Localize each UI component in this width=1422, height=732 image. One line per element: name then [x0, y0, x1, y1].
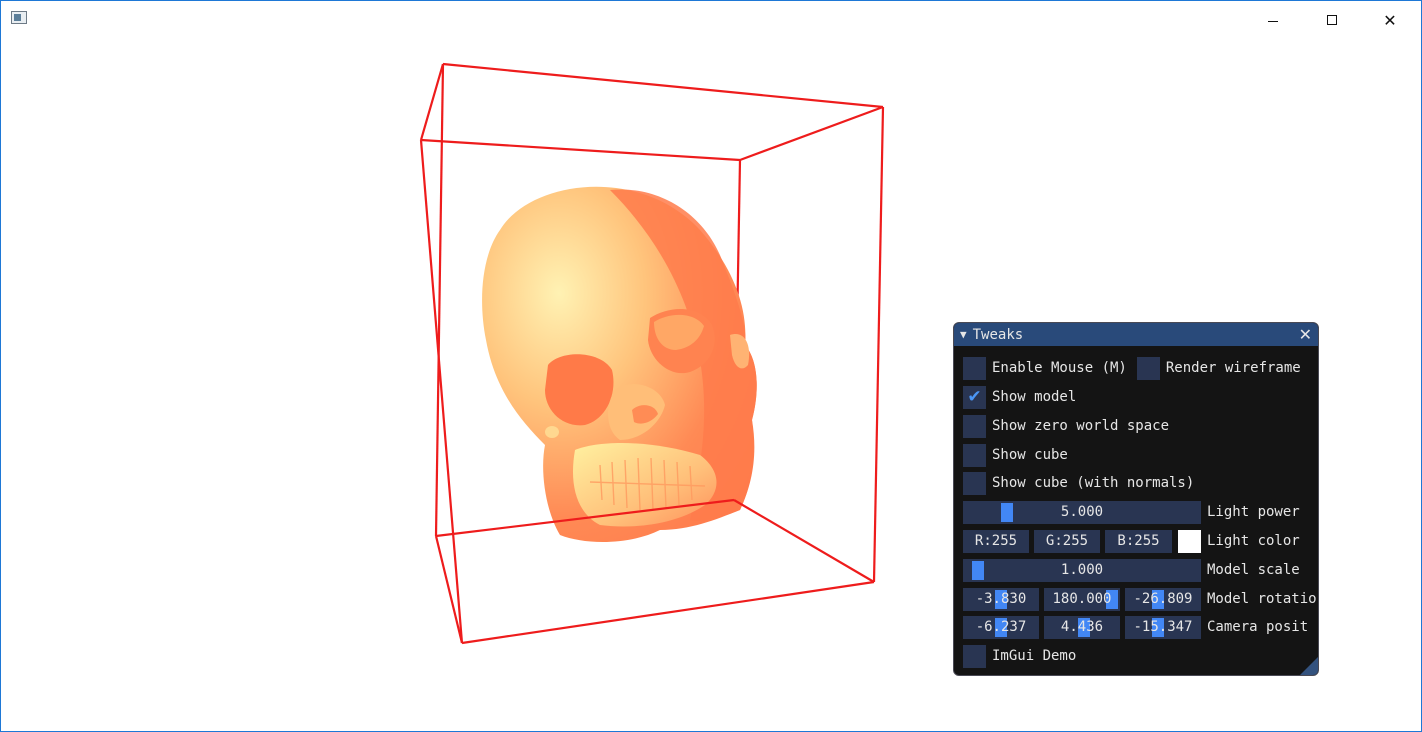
model-rotation-x-slider[interactable]: -3.830 [963, 587, 1039, 611]
imgui-demo-checkbox[interactable] [963, 644, 986, 668]
tweaks-panel[interactable]: ▼ Tweaks ✕ Enable Mouse (M) Render wiref… [953, 322, 1319, 676]
model-rotation-y-slider[interactable]: 180.000 [1044, 587, 1120, 611]
model-rotation-x-value: -3.830 [975, 591, 1027, 607]
camera-position-y-value: 4.436 [1060, 619, 1104, 635]
row-zero-world: Show zero world space [963, 414, 1169, 438]
show-cube-normals-checkbox[interactable] [963, 471, 986, 495]
skull-model [482, 186, 757, 542]
row-model-scale: 1.000 Model scale [963, 558, 1300, 582]
panel-close-icon[interactable]: ✕ [1299, 325, 1312, 344]
model-rotation-z-slider[interactable]: -26.809 [1125, 587, 1201, 611]
panel-titlebar[interactable]: ▼ Tweaks ✕ [954, 323, 1318, 346]
show-cube-label: Show cube [992, 447, 1068, 463]
render-wireframe-checkbox[interactable] [1136, 356, 1160, 380]
light-color-b-value: B:255 [1117, 533, 1160, 549]
render-wireframe-label: Render wireframe [1165, 360, 1301, 376]
row-show-cube-normals: Show cube (with normals) [963, 471, 1194, 495]
model-rotation-label: Model rotatio [1207, 591, 1317, 607]
show-model-label: Show model [992, 389, 1077, 405]
row-camera-position: -6.237 4.436 -15.347 Camera posit [963, 615, 1308, 639]
light-power-value: 5.000 [1060, 504, 1104, 520]
model-scale-value: 1.000 [1060, 562, 1104, 578]
row-model-rotation: -3.830 180.000 -26.809 Model rotatio [963, 587, 1317, 611]
light-color-b-field[interactable]: B:255 [1105, 529, 1172, 553]
show-cube-normals-label: Show cube (with normals) [992, 475, 1195, 491]
light-color-swatch[interactable] [1178, 529, 1201, 553]
light-color-g-field[interactable]: G:255 [1034, 529, 1100, 553]
row-mouse-wireframe: Enable Mouse (M) Render wireframe [963, 356, 1301, 380]
light-power-label: Light power [1207, 504, 1300, 520]
camera-position-z-slider[interactable]: -15.347 [1125, 615, 1201, 639]
row-imgui-demo: ImGui Demo [963, 644, 1076, 668]
slider-grab[interactable] [972, 560, 984, 580]
light-color-label: Light color [1207, 533, 1300, 549]
camera-position-x-value: -6.237 [975, 619, 1027, 635]
model-rotation-y-value: 180.000 [1052, 591, 1112, 607]
imgui-demo-label: ImGui Demo [992, 648, 1077, 664]
panel-title: Tweaks [972, 326, 1024, 343]
light-color-g-value: G:255 [1045, 533, 1089, 549]
checkmark-icon: ✔ [967, 387, 982, 407]
row-light-color: R:255 G:255 B:255 Light color [963, 529, 1300, 553]
show-model-checkbox[interactable]: ✔ [963, 385, 986, 409]
enable-mouse-label: Enable Mouse (M) [992, 360, 1127, 376]
show-cube-checkbox[interactable] [963, 443, 986, 467]
camera-position-label: Camera posit [1207, 619, 1309, 635]
row-light-power: 5.000 Light power [963, 500, 1300, 524]
camera-position-z-value: -15.347 [1133, 619, 1193, 635]
model-scale-slider[interactable]: 1.000 [963, 558, 1201, 582]
camera-position-y-slider[interactable]: 4.436 [1044, 615, 1120, 639]
enable-mouse-checkbox[interactable] [963, 356, 986, 380]
resize-grip-icon[interactable] [1300, 657, 1318, 675]
row-show-model: ✔ Show model [963, 385, 1076, 409]
light-color-r-field[interactable]: R:255 [963, 529, 1029, 553]
model-scale-label: Model scale [1207, 562, 1300, 578]
row-show-cube: Show cube [963, 443, 1068, 467]
collapse-arrow-icon[interactable]: ▼ [960, 328, 967, 341]
model-rotation-z-value: -26.809 [1133, 591, 1193, 607]
camera-position-x-slider[interactable]: -6.237 [963, 615, 1039, 639]
light-color-r-value: R:255 [974, 533, 1018, 549]
light-power-slider[interactable]: 5.000 [963, 500, 1201, 524]
show-zero-world-checkbox[interactable] [963, 414, 986, 438]
show-zero-world-label: Show zero world space [992, 418, 1170, 434]
slider-grab[interactable] [1001, 502, 1013, 522]
